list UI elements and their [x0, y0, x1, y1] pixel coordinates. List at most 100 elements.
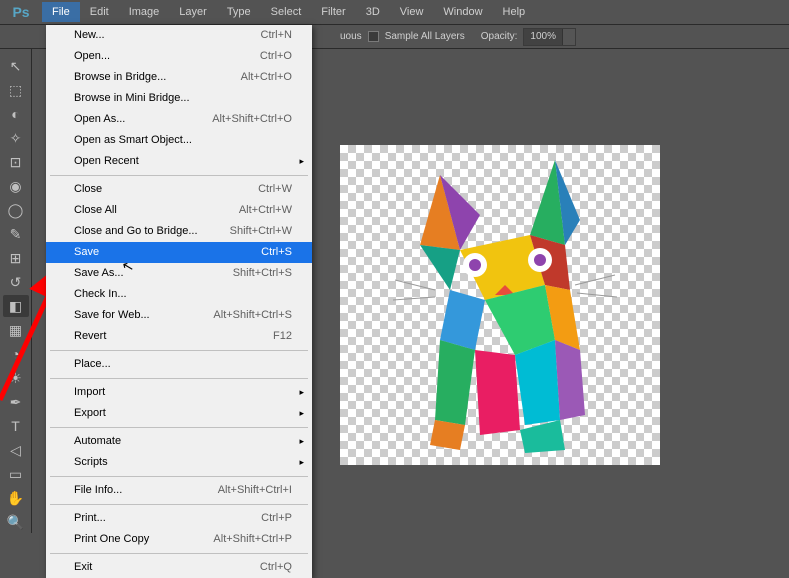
- menu-item-shortcut: Alt+Shift+Ctrl+I: [218, 483, 292, 498]
- menu-separator: [50, 553, 308, 554]
- menu-item-label: Open as Smart Object...: [74, 133, 192, 148]
- file-menu-print-one-copy[interactable]: Print One Copy Alt+Shift+Ctrl+P: [46, 529, 312, 550]
- menu-item-label: Scripts: [74, 455, 108, 470]
- tool-eyedropper[interactable]: ◉: [3, 175, 29, 197]
- menu-item-shortcut: Ctrl+O: [260, 49, 292, 64]
- menu-item-label: New...: [74, 28, 105, 43]
- file-menu-save-for-web[interactable]: Save for Web... Alt+Shift+Ctrl+S: [46, 305, 312, 326]
- tool-dodge[interactable]: ☀: [3, 367, 29, 389]
- file-menu-file-info[interactable]: File Info... Alt+Shift+Ctrl+I: [46, 480, 312, 501]
- file-menu-new[interactable]: New... Ctrl+N: [46, 25, 312, 46]
- sample-all-layers-checkbox[interactable]: [368, 31, 379, 42]
- file-menu-close-and-go-to-bridge[interactable]: Close and Go to Bridge...Shift+Ctrl+W: [46, 221, 312, 242]
- menu-image[interactable]: Image: [119, 2, 170, 22]
- menu-separator: [50, 476, 308, 477]
- menu-item-label: Open As...: [74, 112, 125, 127]
- tool-move[interactable]: ↖: [3, 55, 29, 77]
- chevron-down-icon[interactable]: [562, 29, 575, 45]
- tool-wand[interactable]: ✧: [3, 127, 29, 149]
- file-menu-open-recent[interactable]: Open Recent: [46, 151, 312, 172]
- file-menu-close[interactable]: CloseCtrl+W: [46, 179, 312, 200]
- menu-separator: [50, 175, 308, 176]
- menu-item-label: Import: [74, 385, 105, 400]
- menu-item-shortcut: Ctrl+N: [261, 28, 292, 43]
- menu-item-label: Save for Web...: [74, 308, 150, 323]
- menu-item-label: Automate: [74, 434, 121, 449]
- file-menu-open-as-smart-object[interactable]: Open as Smart Object...: [46, 130, 312, 151]
- tool-eraser[interactable]: ◧: [3, 295, 29, 317]
- tool-lasso[interactable]: ◐: [3, 103, 29, 125]
- file-menu-import[interactable]: Import: [46, 382, 312, 403]
- file-menu-close-all[interactable]: Close All Alt+Ctrl+W: [46, 200, 312, 221]
- file-menu-save-as[interactable]: Save As...Shift+Ctrl+S: [46, 263, 312, 284]
- tool-blur[interactable]: ◔: [3, 343, 29, 365]
- menu-select[interactable]: Select: [261, 2, 312, 22]
- tool-healing[interactable]: ◯: [3, 199, 29, 221]
- file-menu-dropdown: New... Ctrl+N Open... Ctrl+O Browse in Bridg…: [46, 25, 312, 578]
- file-menu-export[interactable]: Export: [46, 403, 312, 424]
- tool-path[interactable]: ◁: [3, 439, 29, 461]
- menu-separator: [50, 427, 308, 428]
- file-menu-exit[interactable]: ExitCtrl+Q: [46, 557, 312, 578]
- tool-type[interactable]: T: [3, 415, 29, 437]
- menu-item-label: Place...: [74, 357, 111, 372]
- menu-item-label: Print One Copy: [74, 532, 149, 547]
- file-menu-open[interactable]: Open... Ctrl+O: [46, 46, 312, 67]
- file-menu-check-in[interactable]: Check In...: [46, 284, 312, 305]
- tool-gradient[interactable]: ▦: [3, 319, 29, 341]
- tool-pen[interactable]: ✒: [3, 391, 29, 413]
- menu-separator: [50, 378, 308, 379]
- tool-zoom[interactable]: 🔍: [3, 511, 29, 533]
- menu-filter[interactable]: Filter: [311, 2, 355, 22]
- menu-item-label: Save As...: [74, 266, 124, 281]
- menu-item-label: File Info...: [74, 483, 122, 498]
- file-menu-scripts[interactable]: Scripts: [46, 452, 312, 473]
- menu-item-label: Exit: [74, 560, 92, 575]
- menu-window[interactable]: Window: [433, 2, 492, 22]
- menu-3d[interactable]: 3D: [356, 2, 390, 22]
- menu-item-shortcut: Alt+Shift+Ctrl+P: [213, 532, 292, 547]
- tool-shape[interactable]: ▭: [3, 463, 29, 485]
- menu-type[interactable]: Type: [217, 2, 261, 22]
- document-canvas[interactable]: [340, 145, 660, 465]
- menu-item-label: Open...: [74, 49, 110, 64]
- menu-item-label: Close: [74, 182, 102, 197]
- menu-item-shortcut: Alt+Ctrl+W: [239, 203, 292, 218]
- tool-brush[interactable]: ✎: [3, 223, 29, 245]
- file-menu-automate[interactable]: Automate: [46, 431, 312, 452]
- tool-stamp[interactable]: ⊞: [3, 247, 29, 269]
- menu-separator: [50, 350, 308, 351]
- menu-item-shortcut: Alt+Shift+Ctrl+S: [213, 308, 292, 323]
- file-menu-revert[interactable]: RevertF12: [46, 326, 312, 347]
- menu-item-shortcut: Alt+Shift+Ctrl+O: [212, 112, 292, 127]
- menu-item-shortcut: Alt+Ctrl+O: [241, 70, 292, 85]
- menu-item-label: Export: [74, 406, 106, 421]
- menu-edit[interactable]: Edit: [80, 2, 119, 22]
- menu-item-label: Close and Go to Bridge...: [74, 224, 198, 239]
- menu-help[interactable]: Help: [493, 2, 536, 22]
- file-menu-browse-in-mini-bridge[interactable]: Browse in Mini Bridge...: [46, 88, 312, 109]
- menu-file[interactable]: File: [42, 2, 80, 22]
- opacity-spinner[interactable]: 100%: [523, 28, 576, 46]
- menu-item-label: Open Recent: [74, 154, 139, 169]
- tool-marquee[interactable]: ⬚: [3, 79, 29, 101]
- menu-item-label: Browse in Bridge...: [74, 70, 166, 85]
- file-menu-save[interactable]: SaveCtrl+S: [46, 242, 312, 263]
- menu-item-label: Close All: [74, 203, 117, 218]
- file-menu-open-as[interactable]: Open As... Alt+Shift+Ctrl+O: [46, 109, 312, 130]
- file-menu-print[interactable]: Print...Ctrl+P: [46, 508, 312, 529]
- file-menu-browse-in-bridge[interactable]: Browse in Bridge... Alt+Ctrl+O: [46, 67, 312, 88]
- menubar: FileEditImageLayerTypeSelectFilter3DView…: [42, 2, 535, 22]
- tool-hand[interactable]: ✋: [3, 487, 29, 509]
- tool-crop[interactable]: ⊡: [3, 151, 29, 173]
- toolbox: ↖⬚◐✧⊡◉◯✎⊞↺◧▦◔☀✒T◁▭✋🔍: [0, 49, 32, 533]
- file-menu-place[interactable]: Place...: [46, 354, 312, 375]
- opacity-label: Opacity:: [481, 31, 518, 42]
- tool-history[interactable]: ↺: [3, 271, 29, 293]
- menu-item-shortcut: F12: [273, 329, 292, 344]
- ps-logo: Ps: [0, 0, 42, 25]
- sample-all-layers-label: Sample All Layers: [385, 31, 465, 42]
- menu-separator: [50, 504, 308, 505]
- menu-layer[interactable]: Layer: [169, 2, 217, 22]
- menu-view[interactable]: View: [390, 2, 434, 22]
